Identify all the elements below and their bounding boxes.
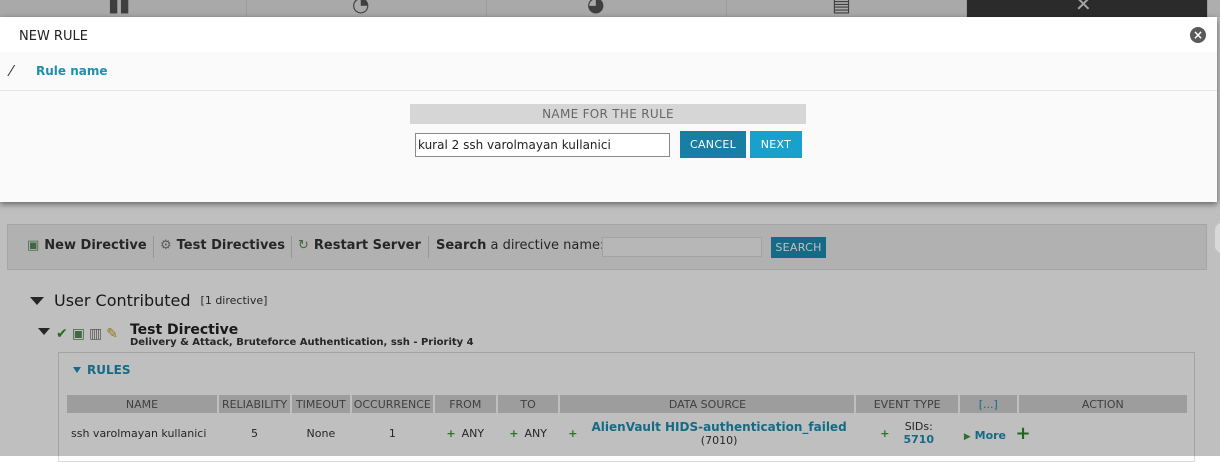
new-rule-modal: NEW RULE × ⁄ Rule name NAME FOR THE RULE… (0, 17, 1217, 202)
close-icon[interactable]: × (1190, 27, 1206, 43)
side-panel-handle[interactable] (1214, 222, 1220, 254)
rule-name-form: NAME FOR THE RULE CANCEL NEXT (0, 91, 1217, 202)
wizard-step-label: Rule name (36, 64, 108, 78)
rule-name-input[interactable] (415, 133, 670, 157)
magic-wand-icon: ⁄ (10, 62, 13, 80)
wizard-step-bar: ⁄ Rule name (0, 52, 1217, 91)
cancel-button[interactable]: CANCEL (680, 131, 746, 158)
modal-title: NEW RULE (19, 29, 88, 44)
next-button[interactable]: NEXT (750, 131, 802, 158)
form-header: NAME FOR THE RULE (410, 104, 806, 124)
